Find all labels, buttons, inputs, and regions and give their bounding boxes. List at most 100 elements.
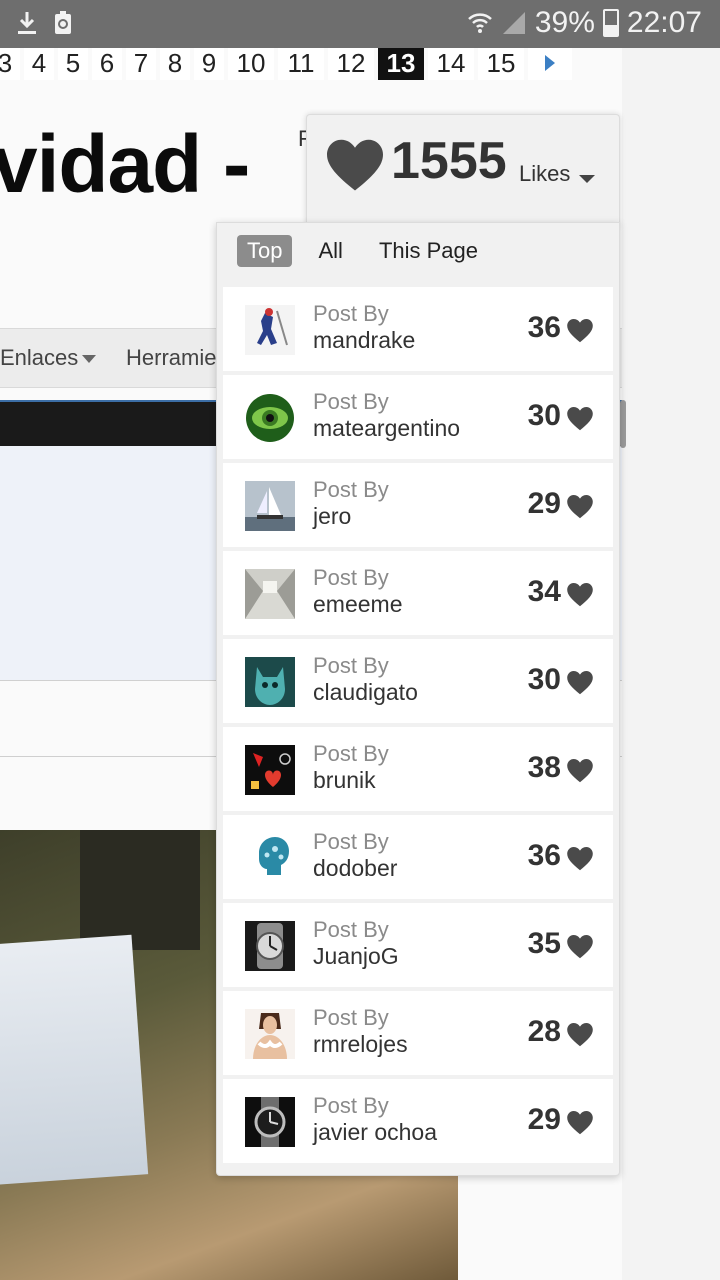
username[interactable]: javier ochoa (313, 1119, 437, 1146)
clock: 22:07 (626, 6, 702, 39)
status-bar: 39% 22:07 (0, 0, 720, 48)
like-score: 35 (527, 927, 561, 960)
list-item[interactable]: Post By rmrelojes 28 (223, 991, 613, 1075)
username[interactable]: mateargentino (313, 415, 460, 442)
page-link[interactable]: 6 (92, 48, 122, 80)
heart-icon (567, 1111, 593, 1135)
list-item[interactable]: Post By emeeme 34 (223, 551, 613, 635)
list-item[interactable]: Post By mateargentino 30 (223, 375, 613, 459)
username[interactable]: jero (313, 503, 351, 530)
likes-count: 1555 (391, 132, 507, 190)
heart-icon (567, 847, 593, 871)
post-by-label: Post By (313, 653, 389, 678)
page-link[interactable]: 3 (0, 48, 20, 80)
recycle-icon (55, 11, 71, 34)
nav-enlaces[interactable]: Enlaces (0, 345, 97, 371)
list-item[interactable]: Post By dodober 36 (223, 815, 613, 899)
avatar[interactable] (245, 569, 295, 619)
likes-tabs: Top All This Page (237, 235, 488, 267)
heart-icon (567, 583, 593, 607)
tab-this-page[interactable]: This Page (369, 235, 488, 267)
pagination: 3 4 5 6 7 8 9 10 11 12 13 14 15 (0, 48, 572, 80)
list-item[interactable]: Post By JuanjoG 35 (223, 903, 613, 987)
avatar[interactable] (245, 833, 295, 883)
page-link[interactable]: 15 (478, 48, 524, 80)
heart-icon (567, 407, 593, 431)
heart-icon (567, 671, 593, 695)
like-score: 34 (527, 575, 561, 608)
avatar[interactable] (245, 921, 295, 971)
page-link[interactable]: 7 (126, 48, 156, 80)
nav-enlaces-label: Enlaces (0, 345, 79, 370)
post-by-label: Post By (313, 917, 389, 942)
signal-icon (502, 12, 525, 34)
wifi-icon (468, 13, 492, 33)
next-page-button[interactable] (528, 48, 572, 80)
page-link[interactable]: 8 (160, 48, 190, 80)
post-by-label: Post By (313, 1093, 389, 1118)
post-by-label: Post By (313, 389, 389, 414)
username[interactable]: dodober (313, 855, 397, 882)
username[interactable]: rmrelojes (313, 1031, 408, 1058)
nav-herramientas[interactable]: Herramie (126, 345, 216, 371)
username[interactable]: emeeme (313, 591, 402, 618)
list-item[interactable]: Post By brunik 38 (223, 727, 613, 811)
heart-icon (567, 495, 593, 519)
avatar[interactable] (245, 393, 295, 443)
avatar[interactable] (245, 305, 295, 355)
likes-button[interactable]: 1555 Likes (306, 114, 620, 227)
list-item[interactable]: Post By jero 29 (223, 463, 613, 547)
heart-icon (567, 1023, 593, 1047)
tab-top[interactable]: Top (237, 235, 293, 267)
page-link[interactable]: 12 (328, 48, 374, 80)
like-score: 36 (527, 839, 561, 872)
likes-label: Likes (519, 161, 571, 186)
username[interactable]: claudigato (313, 679, 418, 706)
like-score: 29 (527, 487, 561, 520)
username[interactable]: JuanjoG (313, 943, 399, 970)
like-score: 36 (527, 311, 561, 344)
nav-herramientas-label: Herramie (126, 345, 217, 370)
avatar[interactable] (245, 481, 295, 531)
like-score: 28 (527, 1015, 561, 1048)
heart-icon (567, 759, 593, 783)
username[interactable]: brunik (313, 767, 376, 794)
list-item[interactable]: Post By javier ochoa 29 (223, 1079, 613, 1163)
tab-all[interactable]: All (308, 235, 352, 267)
page-link[interactable]: 14 (428, 48, 474, 80)
list-item[interactable]: Post By claudigato 30 (223, 639, 613, 723)
post-by-label: Post By (313, 477, 389, 502)
heart-icon (327, 139, 383, 191)
photo-shadow (80, 830, 200, 950)
page-title: vidad - (0, 119, 250, 210)
page-link[interactable]: 10 (228, 48, 274, 80)
post-by-label: Post By (313, 1005, 389, 1030)
scrollbar[interactable] (620, 400, 626, 448)
avatar[interactable] (245, 657, 295, 707)
heart-icon (567, 935, 593, 959)
page-link[interactable]: 9 (194, 48, 224, 80)
battery-icon (602, 9, 619, 37)
like-score: 38 (527, 751, 561, 784)
post-by-label: Post By (313, 741, 389, 766)
avatar[interactable] (245, 1009, 295, 1059)
like-score: 30 (527, 663, 561, 696)
heart-icon (567, 319, 593, 343)
page-link-current[interactable]: 13 (378, 48, 424, 80)
like-score: 29 (527, 1103, 561, 1136)
battery-percent: 39% (534, 6, 595, 39)
page-link[interactable]: 5 (58, 48, 88, 80)
page-link[interactable]: 4 (24, 48, 54, 80)
likes-dropdown: Top All This Page Post By mandrake 36 Po… (216, 222, 620, 1176)
photo-paper (0, 934, 149, 1186)
post-by-label: Post By (313, 565, 389, 590)
post-by-label: Post By (313, 829, 389, 854)
list-item[interactable]: Post By mandrake 36 (223, 287, 613, 371)
page-link[interactable]: 11 (278, 48, 324, 80)
like-score: 30 (527, 399, 561, 432)
username[interactable]: mandrake (313, 327, 415, 354)
avatar[interactable] (245, 1097, 295, 1147)
chevron-right-icon (545, 55, 555, 71)
avatar[interactable] (245, 745, 295, 795)
caret-down-icon (82, 355, 97, 364)
